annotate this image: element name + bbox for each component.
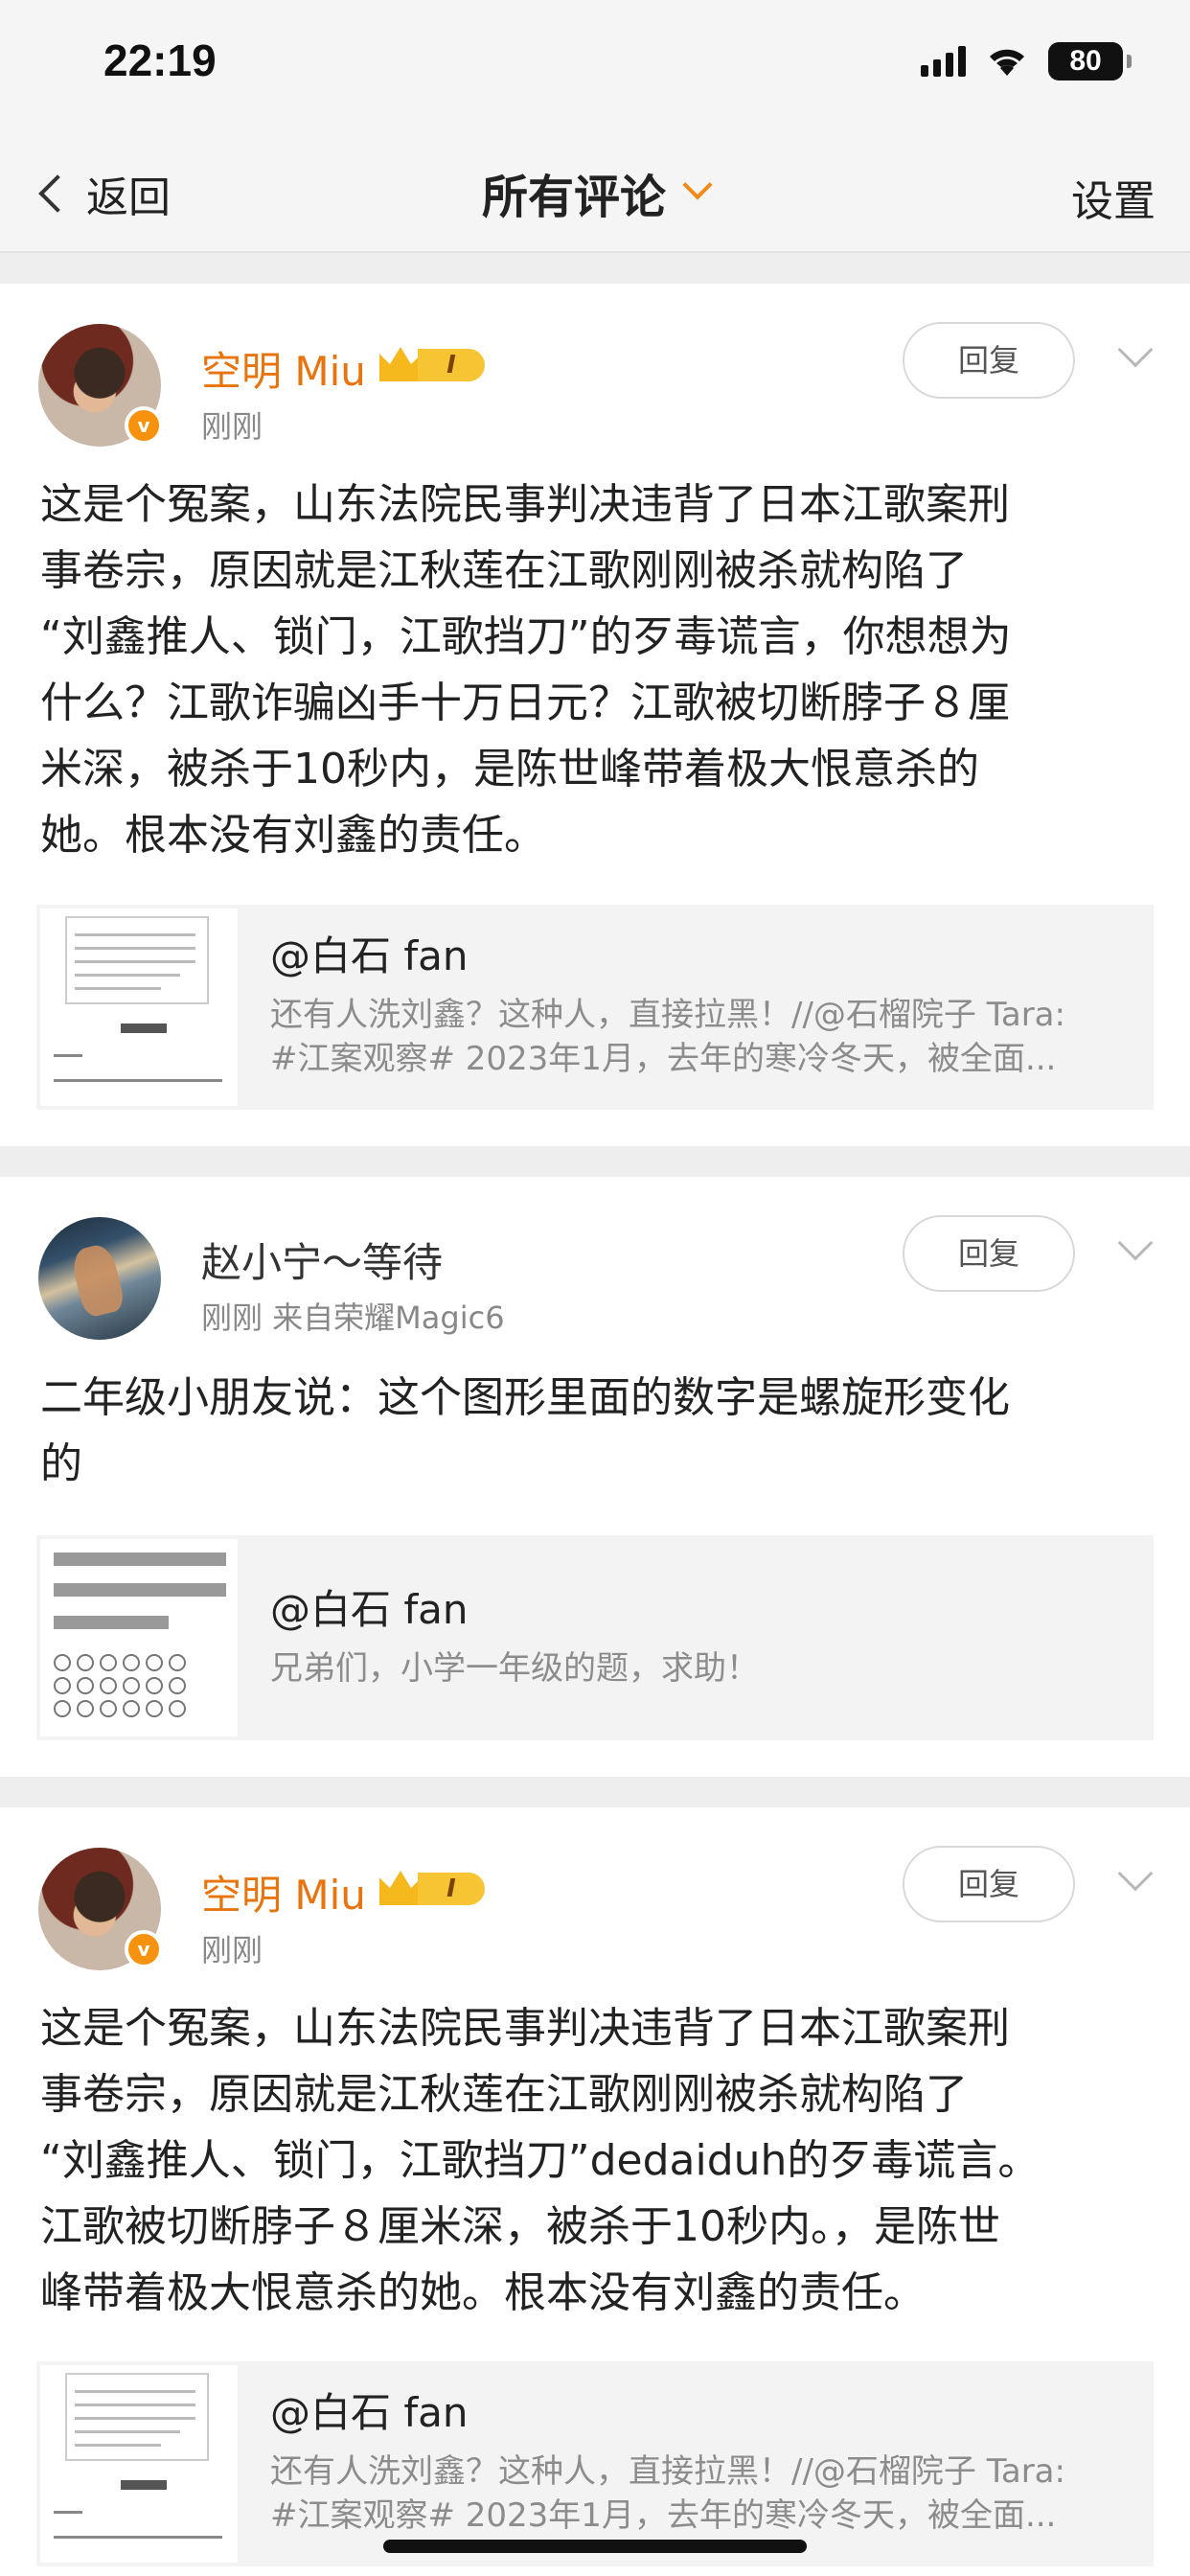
vip-crown-icon: I bbox=[379, 341, 487, 383]
username[interactable]: 空明 Miu bbox=[201, 339, 366, 398]
comment-line: 二年级小朋友说：这个图形里面的数字是螺旋形变化 bbox=[40, 1373, 1010, 1422]
quoted-post[interactable]: @白石 fan 兄弟们，小学一年级的题，求助！ bbox=[36, 1535, 1154, 1740]
quoted-text: 兄弟们，小学一年级的题，求助！ bbox=[270, 1646, 1133, 1690]
quoted-line: 兄弟们，小学一年级的题，求助！ bbox=[270, 1649, 759, 1688]
level-badge: I bbox=[418, 1873, 485, 1905]
comment-meta: 刚刚 来自荣耀Magic6 bbox=[201, 1300, 505, 1336]
settings-button[interactable]: 设置 bbox=[1071, 167, 1156, 228]
quoted-post-thumbnail bbox=[40, 1539, 238, 1736]
comment-card: 赵小宁～等待 刚刚 来自荣耀Magic6 回复 二年级小朋友说：这个图形里面的数… bbox=[0, 1177, 1190, 1777]
avatar[interactable] bbox=[38, 1217, 161, 1340]
quoted-line: 还有人洗刘鑫？这种人，直接拉黑！//@石榴院子 Tara: bbox=[270, 996, 1065, 1034]
quoted-line: #江案观察# 2023年1月，去年的寒冷冬天，被全面... bbox=[270, 1040, 1057, 1078]
chevron-down-icon bbox=[682, 170, 713, 200]
comment-line: 事卷宗，原因就是江秋莲在江歌刚刚被杀就构陷了 bbox=[40, 2070, 968, 2119]
comment-card: v 空明 Miu I 刚刚 回复 这是个冤案，山东法院民事判决违背了日本江歌案刑… bbox=[0, 1807, 1190, 2576]
vip-crown-icon: I bbox=[379, 1865, 487, 1907]
chevron-down-icon[interactable] bbox=[1117, 332, 1154, 368]
comment-line: 这是个冤案，山东法院民事判决违背了日本江歌案刑 bbox=[40, 2004, 1010, 2053]
quoted-post-thumbnail bbox=[40, 908, 238, 1106]
quoted-line: 还有人洗刘鑫？这种人，直接拉黑！//@石榴院子 Tara: bbox=[270, 2452, 1065, 2491]
comment-line: “刘鑫推人、锁门，江歌挡刀”dedaiduh的歹毒谎言。 bbox=[40, 2136, 1041, 2185]
quoted-username: @白石 fan bbox=[270, 1586, 469, 1633]
battery-icon: 80 bbox=[1048, 42, 1132, 80]
comment-meta: 刚刚 bbox=[201, 408, 263, 445]
verified-badge: v bbox=[125, 1930, 163, 1968]
home-indicator[interactable] bbox=[383, 2540, 807, 2553]
comment-meta: 刚刚 bbox=[201, 1932, 263, 1968]
quoted-line: #江案观察# 2023年1月，去年的寒冷冬天，被全面... bbox=[270, 2496, 1057, 2535]
comment-line: 峰带着极大恨意杀的她。根本没有刘鑫的责任。 bbox=[40, 2268, 926, 2317]
status-bar: 22:19 80 bbox=[0, 0, 1190, 134]
reply-button[interactable]: 回复 bbox=[903, 1215, 1075, 1292]
quoted-username: @白石 fan bbox=[270, 932, 469, 979]
reply-button[interactable]: 回复 bbox=[903, 322, 1075, 399]
status-icons: 80 bbox=[921, 42, 1132, 80]
comment-line: 她。根本没有刘鑫的责任。 bbox=[40, 811, 546, 860]
comment-filter-dropdown[interactable]: 所有评论 bbox=[0, 159, 1190, 226]
comment-text[interactable]: 二年级小朋友说：这个图形里面的数字是螺旋形变化 的 bbox=[40, 1365, 1152, 1497]
quoted-post[interactable]: @白石 fan 还有人洗刘鑫？这种人，直接拉黑！//@石榴院子 Tara: #江… bbox=[36, 2361, 1154, 2566]
status-time: 22:19 bbox=[103, 35, 217, 85]
quoted-post-thumbnail bbox=[40, 2365, 238, 2563]
quoted-username: @白石 fan bbox=[270, 2389, 469, 2436]
comment-line: “刘鑫推人、锁门，江歌挡刀”的歹毒谎言，你想想为 bbox=[40, 612, 1012, 661]
comment-line: 事卷宗，原因就是江秋莲在江歌刚刚被杀就构陷了 bbox=[40, 546, 968, 595]
comment-line: 的 bbox=[40, 1439, 82, 1488]
comment-line: 米深，被杀于10秒内，是陈世峰带着极大恨意杀的 bbox=[40, 745, 979, 794]
chevron-down-icon[interactable] bbox=[1117, 1855, 1154, 1892]
comment-line: 这是个冤案，山东法院民事判决违背了日本江歌案刑 bbox=[40, 480, 1010, 529]
wifi-icon bbox=[990, 49, 1024, 76]
level-badge: I bbox=[418, 349, 485, 381]
verified-badge: v bbox=[125, 406, 163, 445]
username[interactable]: 赵小宁～等待 bbox=[201, 1230, 443, 1289]
chevron-down-icon[interactable] bbox=[1117, 1225, 1154, 1261]
cellular-signal-icon bbox=[921, 46, 966, 77]
comment-line: 什么？江歌诈骗凶手十万日元？江歌被切断脖子８厘 bbox=[40, 678, 1010, 727]
comment-line: 江歌被切断脖子８厘米深，被杀于10秒内。，是陈世 bbox=[40, 2202, 1000, 2251]
navigation-bar: 返回 所有评论 设置 bbox=[0, 134, 1190, 253]
quoted-text: 还有人洗刘鑫？这种人，直接拉黑！//@石榴院子 Tara: #江案观察# 202… bbox=[270, 2450, 1133, 2538]
quoted-text: 还有人洗刘鑫？这种人，直接拉黑！//@石榴院子 Tara: #江案观察# 202… bbox=[270, 993, 1133, 1081]
comment-text[interactable]: 这是个冤案，山东法院民事判决违背了日本江歌案刑 事卷宗，原因就是江秋莲在江歌刚刚… bbox=[40, 472, 1152, 868]
reply-button[interactable]: 回复 bbox=[903, 1846, 1075, 1922]
username[interactable]: 空明 Miu bbox=[201, 1863, 366, 1921]
page-title: 所有评论 bbox=[481, 171, 666, 224]
comment-card: v 空明 Miu I 刚刚 回复 这是个冤案，山东法院民事判决违背了日本江歌案刑… bbox=[0, 284, 1190, 1146]
comment-text[interactable]: 这是个冤案，山东法院民事判决违背了日本江歌案刑 事卷宗，原因就是江秋莲在江歌刚刚… bbox=[40, 1995, 1152, 2326]
quoted-post[interactable]: @白石 fan 还有人洗刘鑫？这种人，直接拉黑！//@石榴院子 Tara: #江… bbox=[36, 905, 1154, 1110]
